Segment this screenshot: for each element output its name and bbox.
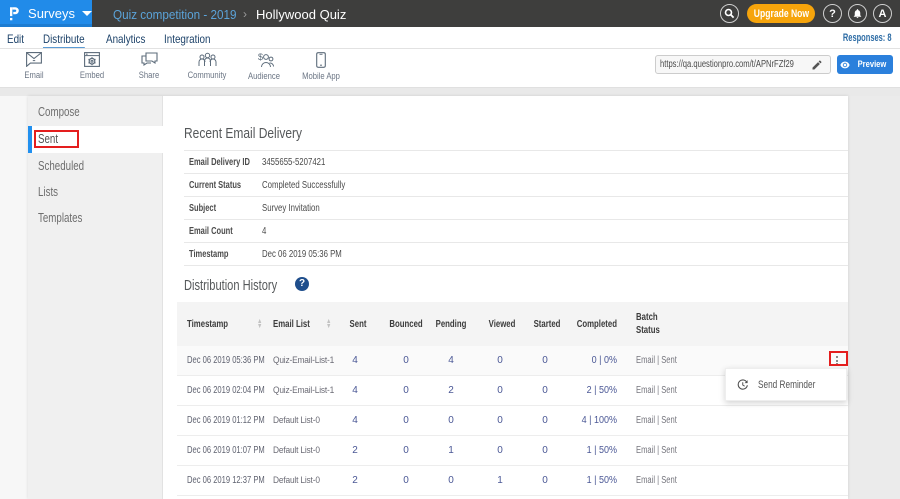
svg-text:$: $ bbox=[258, 52, 263, 62]
